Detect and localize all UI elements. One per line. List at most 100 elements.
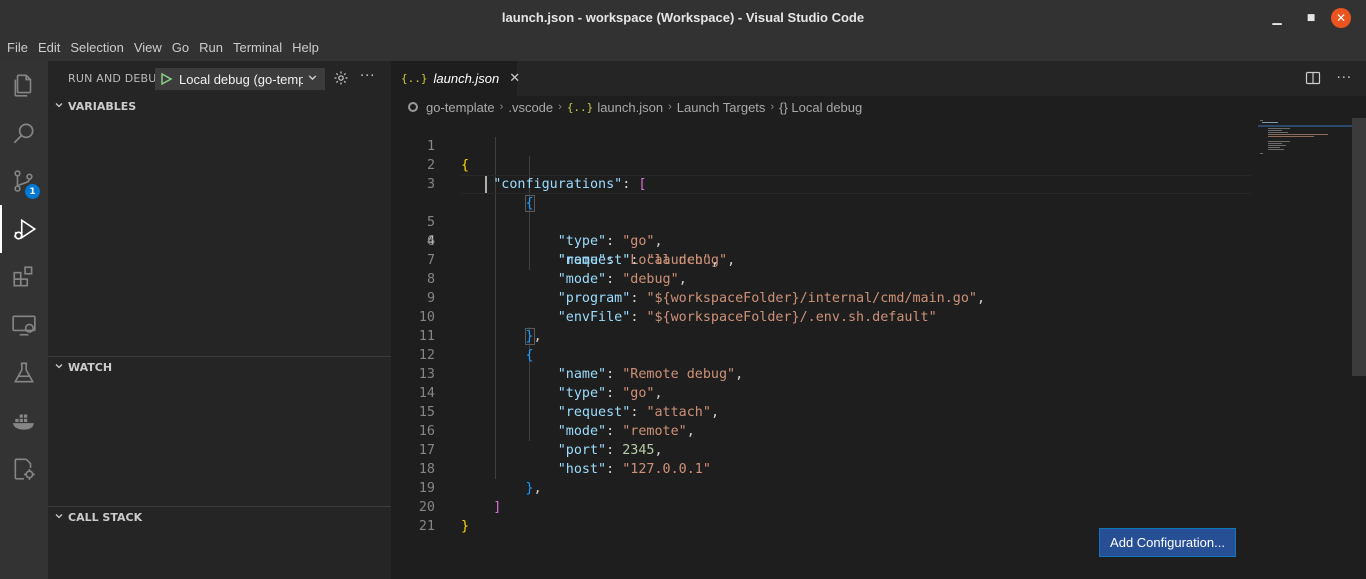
code-line: 17 "host": "127.0.0.1" xyxy=(391,422,1251,477)
code-line: 5 "type": "go", xyxy=(391,194,1251,249)
gear-icon[interactable] xyxy=(333,70,349,86)
tab-label: launch.json xyxy=(433,71,500,86)
editor-area: {..} launch.json ✕ ··· go-template › .vs… xyxy=(391,61,1366,579)
chevron-right-icon: › xyxy=(499,101,504,113)
menu-file[interactable]: File xyxy=(0,35,33,61)
chevron-down-icon xyxy=(54,361,64,374)
editor-actions: ··· xyxy=(1305,70,1352,86)
variables-label: VARIABLES xyxy=(68,99,137,113)
breadcrumb-file[interactable]: launch.json xyxy=(597,100,663,115)
menu-go[interactable]: Go xyxy=(167,35,194,61)
sidebar-title: RUN AND DEBUG xyxy=(68,72,166,85)
explorer-button[interactable] xyxy=(0,61,48,109)
code-line: 14 "request": "attach", xyxy=(391,365,1251,420)
menu-selection[interactable]: Selection xyxy=(65,35,128,61)
call-stack-label: CALL STACK xyxy=(68,511,143,524)
maximize-icon: ■ xyxy=(1306,12,1316,23)
code-line: 13 "type": "go", xyxy=(391,346,1251,401)
activity-bar: 1 xyxy=(0,61,48,579)
chevron-down-icon xyxy=(307,72,318,86)
menu-edit[interactable]: Edit xyxy=(33,35,65,61)
run-debug-icon xyxy=(14,218,37,240)
code-line: 20 } xyxy=(391,479,1251,534)
add-configuration-button[interactable]: Add Configuration... xyxy=(1099,528,1236,557)
breadcrumb-subfolder[interactable]: .vscode xyxy=(508,100,553,115)
code-line-current: 4 "name": "Local debug", xyxy=(391,175,1251,268)
close-tab-icon[interactable]: ✕ xyxy=(509,71,520,86)
code-line: 18 }, xyxy=(391,441,1251,496)
docker-icon xyxy=(13,414,34,430)
menu-terminal[interactable]: Terminal xyxy=(228,35,287,61)
code-line: 15 "mode": "remote", xyxy=(391,384,1251,439)
settings-sync-icon xyxy=(14,458,35,480)
flask-icon xyxy=(13,362,35,383)
menu-run[interactable]: Run xyxy=(194,35,228,61)
code-line: 6 "request": "launch", xyxy=(391,213,1251,268)
chevron-right-icon: › xyxy=(770,101,775,113)
code-line: 11 { xyxy=(391,308,1251,363)
code-line: 10 }, xyxy=(391,289,1251,345)
code-line: 19 ] xyxy=(391,460,1251,515)
run-debug-sidebar: RUN AND DEBUG Local debug (go-template) … xyxy=(48,61,391,579)
menu-bar: File Edit Selection View Go Run Terminal… xyxy=(0,35,1366,61)
minimize-button[interactable]: ▁ xyxy=(1260,0,1294,35)
code-line: 7 "mode": "debug", xyxy=(391,232,1251,287)
extensions-icon xyxy=(13,266,33,287)
chevron-right-icon: › xyxy=(558,101,562,113)
remote-explorer-icon xyxy=(12,315,36,336)
chevron-down-icon xyxy=(54,511,64,524)
editor-tabs: {..} launch.json ✕ ··· xyxy=(391,61,1366,96)
tab-launch-json[interactable]: {..} launch.json ✕ xyxy=(391,61,520,96)
code-line: 2 "configurations": [ xyxy=(391,137,1251,192)
menu-help[interactable]: Help xyxy=(287,35,324,61)
minimap[interactable] xyxy=(1256,118,1352,178)
scm-count-badge: 1 xyxy=(25,184,40,199)
split-editor-icon[interactable] xyxy=(1305,70,1321,86)
code-line: 1 { xyxy=(391,118,1251,173)
search-icon xyxy=(13,123,34,144)
maximize-button[interactable]: ■ xyxy=(1294,0,1328,35)
remote-explorer-button[interactable] xyxy=(0,301,48,349)
docker-button[interactable] xyxy=(0,397,48,445)
breadcrumb-leaf[interactable]: {} Local debug xyxy=(779,100,862,115)
current-line-highlight xyxy=(461,175,1251,194)
code-line: 16 "port": 2345, xyxy=(391,403,1251,458)
close-icon: ✕ xyxy=(1331,7,1351,28)
breadcrumb: go-template › .vscode › {..} launch.json… xyxy=(391,96,1366,118)
editor-more-actions[interactable]: ··· xyxy=(1337,71,1352,86)
search-button[interactable] xyxy=(0,109,48,157)
text-cursor xyxy=(485,176,487,193)
json-file-icon: {..} xyxy=(566,100,594,114)
files-icon xyxy=(14,74,32,97)
watch-section-header[interactable]: WATCH xyxy=(48,356,391,378)
code-line: 9 "envFile": "${workspaceFolder}/.env.sh… xyxy=(391,270,1251,325)
more-actions-button[interactable]: ··· xyxy=(360,69,375,84)
title-bar: launch.json - workspace (Workspace) - Vi… xyxy=(0,0,1366,35)
vertical-scrollbar[interactable] xyxy=(1352,118,1366,376)
code-line: 8 "program": "${workspaceFolder}/interna… xyxy=(391,251,1251,306)
run-debug-button[interactable] xyxy=(0,205,48,253)
extensions-button[interactable] xyxy=(0,253,48,301)
close-button[interactable]: ✕ xyxy=(1324,0,1358,35)
code-line: 12 "name": "Remote debug", xyxy=(391,327,1251,382)
breadcrumb-folder[interactable]: go-template xyxy=(426,100,495,115)
source-control-button[interactable]: 1 xyxy=(0,157,48,205)
line-number: 21 xyxy=(418,519,435,534)
breadcrumb-node[interactable]: Launch Targets xyxy=(677,100,766,115)
window-title: launch.json - workspace (Workspace) - Vi… xyxy=(501,10,865,25)
json-file-icon: {..} xyxy=(401,72,428,85)
code-editor[interactable]: 1 { 2 "configurations": [ 3 { 4 "name": … xyxy=(391,118,1251,538)
debug-config-value: Local debug (go-template) xyxy=(179,71,303,87)
debug-config-dropdown[interactable]: Local debug (go-template) xyxy=(155,68,325,90)
folder-icon xyxy=(408,102,418,112)
menu-view[interactable]: View xyxy=(129,35,167,61)
testing-button[interactable] xyxy=(0,349,48,397)
settings-sync-button[interactable] xyxy=(0,445,48,493)
variables-section-header[interactable]: VARIABLES xyxy=(48,95,391,117)
code-line: 3 { xyxy=(391,156,1251,212)
code-line: 21 xyxy=(391,498,1251,534)
start-debugging-icon[interactable] xyxy=(159,72,173,86)
chevron-right-icon: › xyxy=(668,101,672,113)
call-stack-section-header[interactable]: CALL STACK xyxy=(48,506,391,528)
watch-label: WATCH xyxy=(68,361,113,374)
